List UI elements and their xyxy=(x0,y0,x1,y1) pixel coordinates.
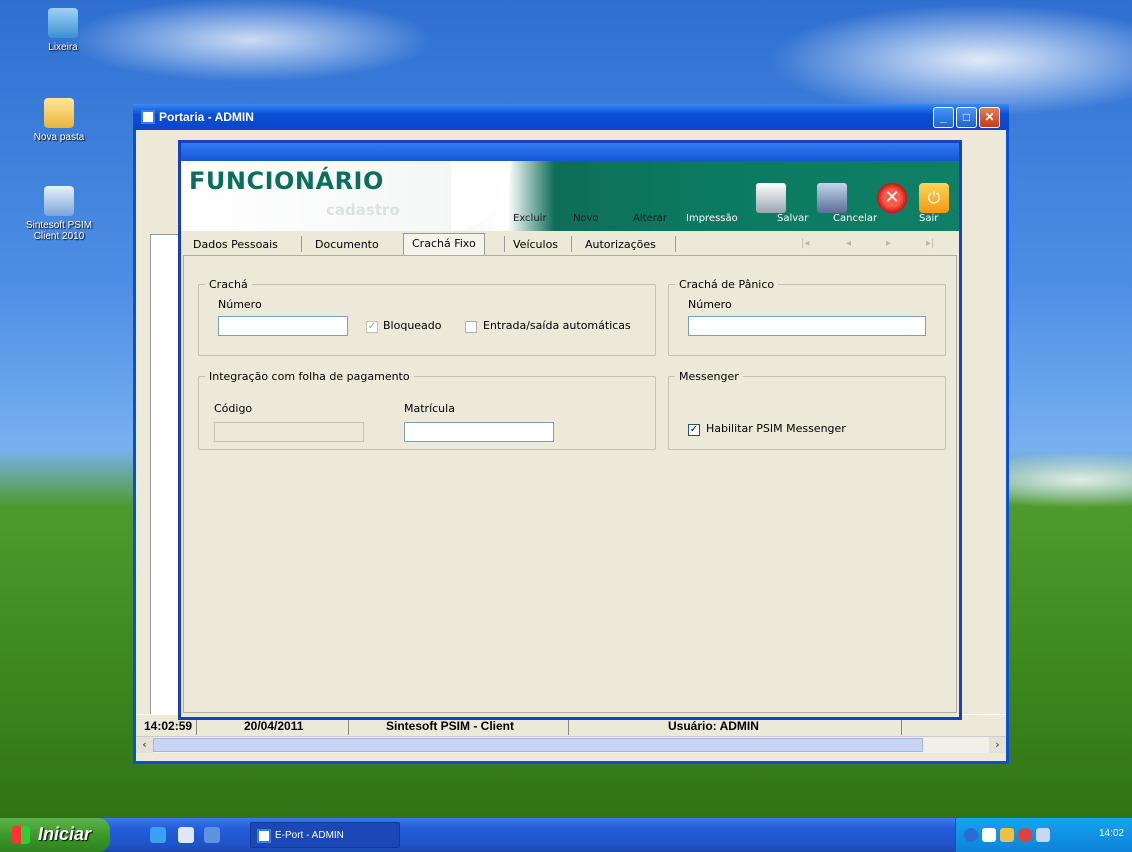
desktop-icon-recycle-bin[interactable]: Lixeira xyxy=(18,8,108,53)
funcionario-dialog: FUNCIONÁRIO cadastro ✕ ⏻ Excluir Novo Al… xyxy=(178,140,962,720)
cracha-legend: Crachá xyxy=(209,278,248,291)
nav-first-icon[interactable]: |◂ xyxy=(801,238,809,249)
tab-autorizacoes[interactable]: Autorizações xyxy=(577,235,664,255)
tray-arrow-icon[interactable] xyxy=(964,828,978,842)
scroll-left-icon[interactable]: ‹ xyxy=(136,737,153,753)
habilitar-messenger-checkbox[interactable]: ✓ xyxy=(688,424,700,436)
nav-last-icon[interactable]: ▸| xyxy=(926,238,934,249)
novo-button[interactable]: Novo xyxy=(573,213,599,224)
minimize-button[interactable]: _ xyxy=(933,107,954,128)
tab-veiculos[interactable]: Veículos xyxy=(505,235,566,255)
desktop-icon-label: Lixeira xyxy=(48,42,78,53)
tab-cracha-fixo[interactable]: Crachá Fixo xyxy=(403,233,485,256)
taskbar-clock: 14:02 xyxy=(1098,828,1124,839)
habilitar-messenger-label: Habilitar PSIM Messenger xyxy=(706,422,846,435)
dialog-title: FUNCIONÁRIO xyxy=(189,167,384,195)
scroll-thumb[interactable] xyxy=(153,738,923,752)
bloqueado-checkbox[interactable]: ✓ xyxy=(366,321,378,333)
tab-documento[interactable]: Documento xyxy=(307,235,387,255)
app-quick-icon[interactable] xyxy=(204,827,220,843)
start-label: Iniciar xyxy=(38,824,92,844)
recycle-bin-icon xyxy=(48,8,78,38)
status-time: 14:02:59 xyxy=(144,719,193,733)
status-date: 20/04/2011 xyxy=(244,719,304,733)
close-button[interactable]: ✕ xyxy=(979,107,1000,128)
taskbar-item-label: E-Port - ADMIN xyxy=(275,830,344,841)
codigo-input[interactable] xyxy=(214,422,364,442)
desktop-icon-label: Sintesoft PSIM Client 2010 xyxy=(25,220,93,242)
exit-icon[interactable]: ⏻ xyxy=(919,183,949,213)
cracha-numero-label: Número xyxy=(218,298,262,311)
messenger-legend: Messenger xyxy=(679,370,739,383)
tab-panel-cracha-fixo: Crachá Número ✓ Bloqueado Entrada/saída … xyxy=(183,255,957,713)
taskbar: Iniciar E-Port - ADMIN 14:02 xyxy=(0,818,1132,852)
cracha-numero-input[interactable] xyxy=(218,316,348,336)
dialog-banner: FUNCIONÁRIO cadastro ✕ ⏻ Excluir Novo Al… xyxy=(181,161,959,231)
scroll-right-icon[interactable]: › xyxy=(989,737,1006,753)
save-icon[interactable] xyxy=(817,183,847,213)
desktop-icon-new-folder[interactable]: Nova pasta xyxy=(14,98,104,143)
psim-client-icon xyxy=(44,186,74,216)
status-app: Sintesoft PSIM - Client xyxy=(386,719,515,733)
taskbar-item-eport[interactable]: E-Port - ADMIN xyxy=(250,822,400,848)
matricula-input[interactable] xyxy=(404,422,554,442)
background-panel xyxy=(150,234,180,734)
app-icon xyxy=(257,829,271,843)
codigo-label: Código xyxy=(214,402,253,415)
cancel-icon[interactable]: ✕ xyxy=(877,183,907,213)
entrada-saida-checkbox[interactable] xyxy=(465,321,477,333)
integracao-legend: Integração com folha de pagamento xyxy=(209,370,410,383)
panico-numero-label: Número xyxy=(688,298,732,311)
tab-bar: Dados Pessoais Documento Crachá Fixo Veí… xyxy=(181,233,959,256)
window-titlebar[interactable]: Portaria - ADMIN _ □ ✕ xyxy=(133,104,1009,130)
status-user: Usuário: ADMIN xyxy=(668,719,759,733)
matricula-label: Matrícula xyxy=(404,402,455,415)
bloqueado-label: Bloqueado xyxy=(383,319,442,332)
system-tray: 14:02 xyxy=(955,818,1132,852)
dialog-titlebar[interactable] xyxy=(181,143,959,161)
start-button[interactable]: Iniciar xyxy=(0,818,110,852)
impressao-button[interactable]: Impressão xyxy=(686,213,738,224)
tray-network-icon[interactable] xyxy=(982,828,996,842)
explorer-icon[interactable] xyxy=(178,827,194,843)
sair-button[interactable]: Sair xyxy=(919,213,938,224)
nav-prev-icon[interactable]: ◂ xyxy=(846,238,851,249)
maximize-button[interactable]: □ xyxy=(956,107,977,128)
salvar-button[interactable]: Salvar xyxy=(777,213,808,224)
ie-icon[interactable] xyxy=(150,827,166,843)
entrada-saida-label: Entrada/saída automáticas xyxy=(483,319,631,332)
cracha-panico-legend: Crachá de Pânico xyxy=(679,278,775,291)
cancelar-button[interactable]: Cancelar xyxy=(833,213,877,224)
printer-icon[interactable] xyxy=(756,183,786,213)
tray-app-icon[interactable] xyxy=(1036,828,1050,842)
panico-numero-input[interactable] xyxy=(688,316,926,336)
desktop-icon-psim-client[interactable]: Sintesoft PSIM Client 2010 xyxy=(14,186,104,242)
dialog-subtitle: cadastro xyxy=(326,201,400,219)
tab-dados-pessoais[interactable]: Dados Pessoais xyxy=(185,235,286,255)
windows-flag-icon xyxy=(12,826,30,844)
app-icon xyxy=(141,110,155,124)
excluir-button[interactable]: Excluir xyxy=(513,213,547,224)
window-title: Portaria - ADMIN xyxy=(159,110,254,124)
nav-next-icon[interactable]: ▸ xyxy=(886,238,891,249)
folder-icon xyxy=(44,98,74,128)
tray-shield-icon[interactable] xyxy=(1000,828,1014,842)
desktop-icon-label: Nova pasta xyxy=(33,132,85,143)
tray-security-icon[interactable] xyxy=(1018,828,1032,842)
messenger-group: Messenger xyxy=(668,370,946,450)
horizontal-scrollbar[interactable]: ‹ › xyxy=(136,736,1006,753)
alterar-button[interactable]: Alterar xyxy=(633,213,667,224)
